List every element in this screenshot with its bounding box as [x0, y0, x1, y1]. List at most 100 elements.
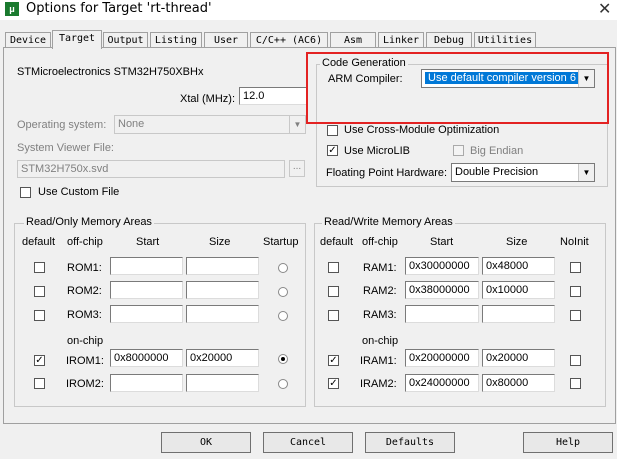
- window-title: Options for Target 'rt-thread': [26, 1, 212, 16]
- rom1-startup-radio[interactable]: [278, 263, 288, 273]
- tab-asm[interactable]: Asm: [330, 32, 376, 48]
- irom2-startup-radio[interactable]: [278, 379, 288, 389]
- irom2-start-input[interactable]: [110, 374, 183, 392]
- ram1-default-checkbox[interactable]: [328, 262, 339, 273]
- ram3-size-input[interactable]: [482, 305, 555, 323]
- ok-button[interactable]: OK: [161, 432, 251, 453]
- ram-header-noinit: NoInit: [560, 236, 589, 248]
- rom2-label: ROM2:: [67, 285, 102, 297]
- ram-header-offchip: off-chip: [362, 236, 398, 248]
- cancel-button[interactable]: Cancel: [263, 432, 353, 453]
- tab-target[interactable]: Target: [52, 30, 102, 49]
- ram3-default-checkbox[interactable]: [328, 310, 339, 321]
- iram1-default-checkbox[interactable]: ✓: [328, 355, 339, 366]
- ram-header-start: Start: [430, 236, 454, 248]
- title-bar: μ Options for Target 'rt-thread' ✕: [0, 0, 617, 20]
- cross-module-checkbox[interactable]: [327, 125, 338, 136]
- iram1-label: IRAM1:: [360, 355, 397, 367]
- xtal-label: Xtal (MHz):: [180, 93, 235, 105]
- os-label: Operating system:: [17, 119, 107, 131]
- tab-listing[interactable]: Listing: [150, 32, 202, 48]
- keil-logo-icon: μ: [5, 2, 19, 16]
- tab-linker[interactable]: Linker: [378, 32, 424, 48]
- ram1-size-input[interactable]: 0x48000: [482, 257, 555, 275]
- rom1-start-input[interactable]: [110, 257, 183, 275]
- ram2-noinit-checkbox[interactable]: [570, 286, 581, 297]
- ram3-start-input[interactable]: [405, 305, 479, 323]
- irom1-startup-radio[interactable]: [278, 354, 288, 364]
- ram-header-default: default: [320, 236, 354, 248]
- tab-output[interactable]: Output: [103, 32, 148, 48]
- rom3-label: ROM3:: [67, 309, 102, 321]
- rom3-size-input[interactable]: [186, 305, 259, 323]
- microlib-label: Use MicroLIB: [344, 145, 411, 157]
- rom1-size-input[interactable]: [186, 257, 259, 275]
- rom-header-size: Size: [209, 236, 231, 248]
- iram2-noinit-checkbox[interactable]: [570, 378, 581, 389]
- svd-browse-button[interactable]: ...: [289, 160, 305, 177]
- xtal-input[interactable]: 12.0: [239, 87, 307, 105]
- rom-header-startup: Startup: [263, 236, 299, 248]
- tab-utilities[interactable]: Utilities: [474, 32, 536, 48]
- ram3-noinit-checkbox[interactable]: [570, 310, 581, 321]
- rom2-startup-radio[interactable]: [278, 287, 288, 297]
- ram2-default-checkbox[interactable]: [328, 286, 339, 297]
- rom3-start-input[interactable]: [110, 305, 183, 323]
- fph-value: Double Precision: [455, 166, 539, 178]
- irom1-default-checkbox[interactable]: ✓: [34, 355, 45, 366]
- iram1-start-input[interactable]: 0x20000000: [405, 349, 479, 367]
- irom1-start-input[interactable]: 0x8000000: [110, 349, 183, 367]
- tab-debug[interactable]: Debug: [426, 32, 472, 48]
- rom-header-default: default: [22, 236, 56, 248]
- ram-onchip-label: on-chip: [362, 335, 399, 347]
- big-endian-label: Big Endian: [470, 145, 524, 157]
- tab-device[interactable]: Device: [5, 32, 51, 48]
- tab-strip: Device Target Output Listing User C/C++ …: [0, 30, 617, 49]
- rom2-start-input[interactable]: [110, 281, 183, 299]
- rom-group-title: Read/Only Memory Areas: [24, 216, 154, 228]
- rom3-default-checkbox[interactable]: [34, 310, 45, 321]
- irom2-size-input[interactable]: [186, 374, 259, 392]
- chevron-down-icon: ▼: [578, 164, 594, 181]
- iram1-size-input[interactable]: 0x20000: [482, 349, 555, 367]
- irom1-size-input[interactable]: 0x20000: [186, 349, 259, 367]
- rom-header-start: Start: [136, 236, 160, 248]
- ram1-noinit-checkbox[interactable]: [570, 262, 581, 273]
- rom1-label: ROM1:: [67, 262, 102, 274]
- ram2-size-input[interactable]: 0x10000: [482, 281, 555, 299]
- tab-c-cpp[interactable]: C/C++ (AC6): [250, 32, 328, 48]
- fph-select[interactable]: Double Precision ▼: [451, 163, 595, 182]
- microlib-checkbox[interactable]: ✓: [327, 145, 338, 156]
- os-select[interactable]: None ▼: [114, 115, 306, 134]
- annotation-highlight-box: [306, 52, 609, 124]
- defaults-button[interactable]: Defaults: [365, 432, 455, 453]
- custom-file-checkbox[interactable]: [20, 187, 31, 198]
- big-endian-checkbox[interactable]: [453, 145, 464, 156]
- rom1-default-checkbox[interactable]: [34, 262, 45, 273]
- close-icon[interactable]: ✕: [598, 0, 611, 19]
- rom3-startup-radio[interactable]: [278, 311, 288, 321]
- irom2-label: IROM2:: [66, 378, 104, 390]
- svd-input[interactable]: STM32H750x.svd: [17, 160, 285, 178]
- rom2-default-checkbox[interactable]: [34, 286, 45, 297]
- rom2-size-input[interactable]: [186, 281, 259, 299]
- ram1-label: RAM1:: [363, 262, 397, 274]
- tab-user[interactable]: User: [204, 32, 248, 48]
- rom-header-offchip: off-chip: [67, 236, 103, 248]
- ram-group-title: Read/Write Memory Areas: [322, 216, 455, 228]
- ram2-label: RAM2:: [363, 285, 397, 297]
- ram-header-size: Size: [506, 236, 528, 248]
- chevron-down-icon: ▼: [289, 116, 305, 133]
- help-button[interactable]: Help: [523, 432, 613, 453]
- iram2-default-checkbox[interactable]: ✓: [328, 378, 339, 389]
- ram2-start-input[interactable]: 0x38000000: [405, 281, 479, 299]
- iram2-start-input[interactable]: 0x24000000: [405, 374, 479, 392]
- fph-label: Floating Point Hardware:: [326, 167, 448, 179]
- irom1-label: IROM1:: [66, 355, 104, 367]
- ram1-start-input[interactable]: 0x30000000: [405, 257, 479, 275]
- device-name: STMicroelectronics STM32H750XBHx: [17, 66, 204, 78]
- iram1-noinit-checkbox[interactable]: [570, 355, 581, 366]
- ram3-label: RAM3:: [363, 309, 397, 321]
- irom2-default-checkbox[interactable]: [34, 378, 45, 389]
- iram2-size-input[interactable]: 0x80000: [482, 374, 555, 392]
